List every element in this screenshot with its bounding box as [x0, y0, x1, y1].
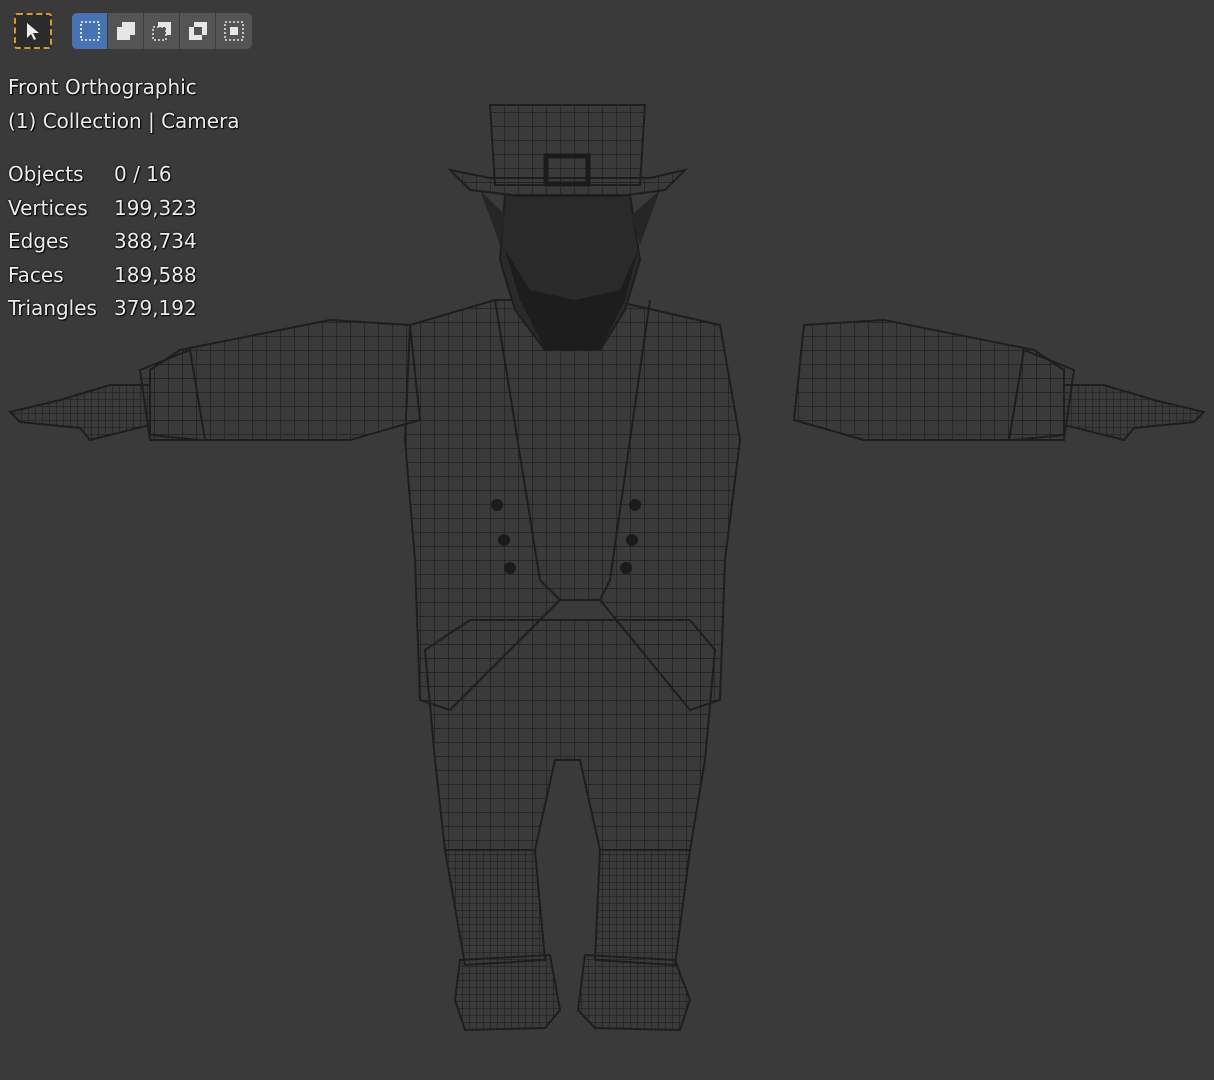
stat-label: Faces	[8, 262, 64, 287]
stat-triangles: Triangles 379,192	[8, 292, 240, 326]
stat-value: 0 / 16	[114, 162, 172, 186]
stat-label: Objects	[8, 162, 84, 186]
right-sock	[593, 849, 692, 967]
scene-statistics: Objects 0 / 16 Vertices 199,323 Edges 38…	[8, 158, 240, 326]
mode-subtract-selection-button[interactable]	[144, 13, 180, 49]
intersect-selection-icon	[224, 21, 244, 41]
mode-invert-selection-button[interactable]	[180, 13, 216, 49]
stat-objects: Objects 0 / 16	[8, 158, 240, 192]
stat-faces: Faces 189,588	[8, 259, 240, 293]
header-toolbar	[14, 12, 252, 50]
stat-label: Triangles	[8, 296, 97, 321]
stat-value: 388,734	[114, 229, 197, 254]
mode-new-selection-button[interactable]	[72, 13, 108, 49]
stat-value: 199,323	[114, 195, 197, 220]
left-hand	[8, 384, 151, 442]
stat-value: 379,192	[114, 296, 197, 321]
extend-selection-icon	[116, 22, 135, 40]
right-shoe	[576, 953, 692, 1032]
right-hand	[1063, 384, 1206, 442]
collection-label: (1) Collection | Camera	[8, 109, 240, 133]
selection-mode-group	[72, 13, 252, 49]
mode-intersect-selection-button[interactable]	[216, 13, 252, 49]
invert-selection-icon	[188, 22, 207, 40]
stat-label: Vertices	[8, 195, 88, 220]
view-name: Front Orthographic	[8, 75, 197, 99]
left-sock	[443, 849, 547, 967]
subtract-selection-icon	[151, 22, 171, 41]
select-tool-button[interactable]	[14, 13, 52, 49]
mode-extend-selection-button[interactable]	[108, 13, 144, 49]
stat-value: 189,588	[114, 262, 197, 287]
viewport-info-overlay: Front Orthographic (1) Collection | Came…	[8, 70, 240, 326]
stat-label: Edges	[8, 229, 69, 254]
select-cursor-icon	[27, 23, 39, 40]
3d-viewport[interactable]: Front Orthographic (1) Collection | Came…	[0, 0, 1214, 1080]
left-shoe	[453, 953, 562, 1032]
hat-crown	[488, 104, 647, 186]
select-box-icon	[79, 21, 100, 41]
stat-vertices: Vertices 199,323	[8, 192, 240, 226]
stat-edges: Edges 388,734	[8, 225, 240, 259]
trousers	[423, 619, 717, 851]
